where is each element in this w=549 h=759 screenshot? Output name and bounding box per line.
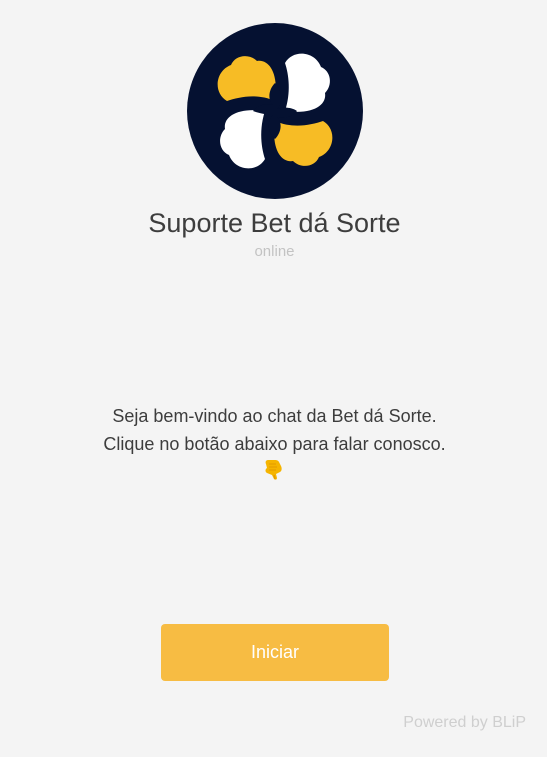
bot-avatar bbox=[187, 23, 363, 199]
chat-start-panel: Suporte Bet dá Sorte online Seja bem-vin… bbox=[0, 0, 549, 759]
four-leaf-clover-logo-icon bbox=[217, 53, 333, 169]
powered-by-label[interactable]: Powered by BLiP bbox=[403, 714, 526, 732]
start-chat-button[interactable]: Iniciar bbox=[161, 624, 389, 681]
welcome-message: Seja bem-vindo ao chat da Bet dá Sorte. … bbox=[0, 402, 549, 458]
welcome-line-2: Clique no botão abaixo para falar conosc… bbox=[103, 434, 446, 454]
welcome-line-1: Seja bem-vindo ao chat da Bet dá Sorte. bbox=[112, 406, 437, 426]
bot-name: Suporte Bet dá Sorte bbox=[148, 208, 401, 238]
bot-status: online bbox=[254, 243, 295, 260]
pointing-down-hand-icon bbox=[265, 460, 282, 480]
